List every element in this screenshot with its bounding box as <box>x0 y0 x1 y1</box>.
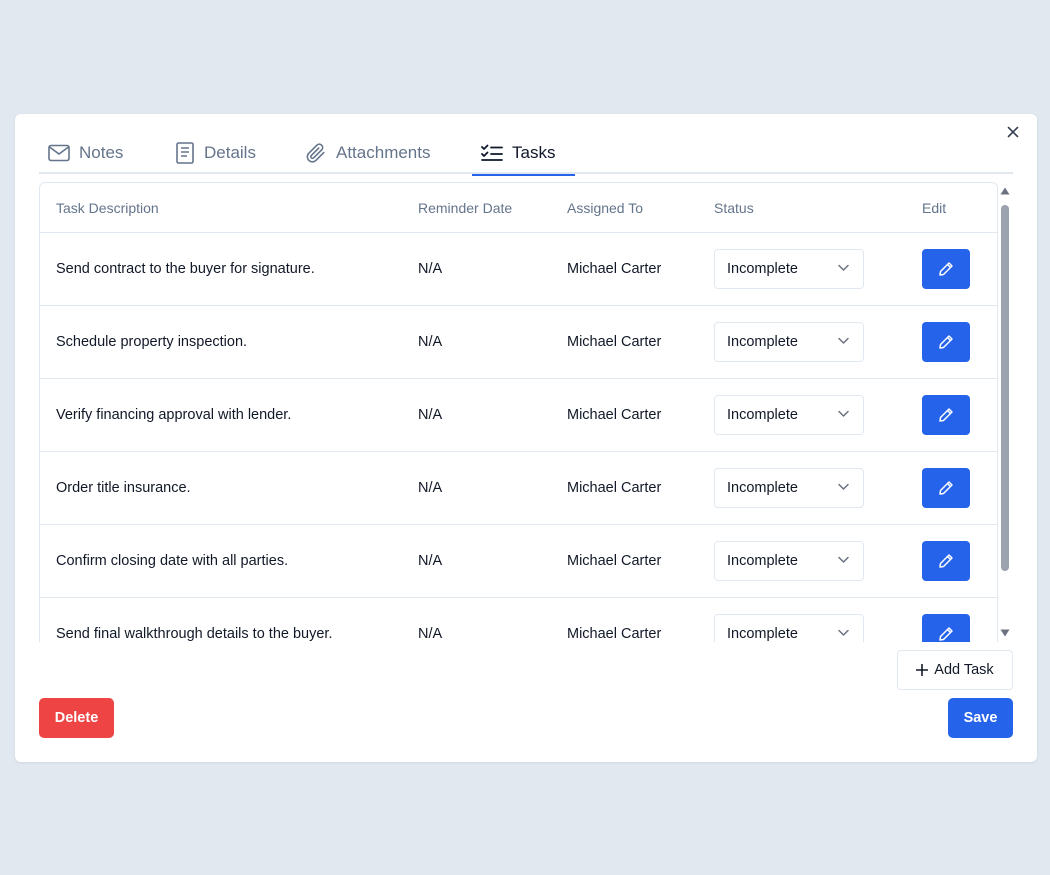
reminder-date: N/A <box>418 480 443 496</box>
table-row: Verify financing approval with lender. N… <box>40 379 997 452</box>
reminder-date: N/A <box>418 334 443 350</box>
tasks-table: Task Description Reminder Date Assigned … <box>39 182 998 642</box>
task-description: Send contract to the buyer for signature… <box>56 261 315 277</box>
header-edit: Edit <box>922 200 947 216</box>
assigned-to: Michael Carter <box>567 334 662 350</box>
pencil-icon <box>939 627 953 641</box>
status-value: Incomplete <box>727 334 798 350</box>
chevron-down-icon <box>838 483 849 491</box>
save-button[interactable]: Save <box>948 698 1013 738</box>
tab-tasks[interactable]: Tasks <box>471 132 577 176</box>
add-task-label: Add Task <box>934 662 994 678</box>
chevron-down-icon <box>838 629 849 637</box>
status-select[interactable]: Incomplete <box>714 541 864 581</box>
header-status: Status <box>714 200 754 216</box>
tab-details[interactable]: Details <box>175 132 256 174</box>
scrollbar-thumb[interactable] <box>1001 205 1009 571</box>
edit-button[interactable] <box>922 614 970 642</box>
paperclip-icon <box>305 142 327 164</box>
pencil-icon <box>939 335 953 349</box>
status-select[interactable]: Incomplete <box>714 249 864 289</box>
assigned-to: Michael Carter <box>567 261 662 277</box>
task-description: Send final walkthrough details to the bu… <box>56 626 333 642</box>
pencil-icon <box>939 408 953 422</box>
status-value: Incomplete <box>727 480 798 496</box>
edit-button[interactable] <box>922 468 970 508</box>
table-row: Confirm closing date with all parties. N… <box>40 525 997 598</box>
status-value: Incomplete <box>727 407 798 423</box>
assigned-to: Michael Carter <box>567 480 662 496</box>
status-select[interactable]: Incomplete <box>714 468 864 508</box>
pencil-icon <box>939 481 953 495</box>
chevron-down-icon <box>838 556 849 564</box>
task-description: Schedule property inspection. <box>56 334 248 350</box>
edit-button[interactable] <box>922 395 970 435</box>
chevron-down-icon <box>838 264 849 272</box>
chevron-down-icon <box>838 337 849 345</box>
document-icon <box>175 142 195 164</box>
status-value: Incomplete <box>727 553 798 569</box>
table-scrollbar[interactable] <box>998 186 1012 638</box>
add-task-button[interactable]: Add Task <box>897 650 1013 690</box>
chevron-down-icon <box>838 410 849 418</box>
tab-notes[interactable]: Notes <box>48 132 123 174</box>
header-reminder-date: Reminder Date <box>418 200 513 216</box>
status-select[interactable]: Incomplete <box>714 614 864 642</box>
tab-label: Tasks <box>512 143 556 162</box>
status-value: Incomplete <box>727 626 798 642</box>
table-header: Task Description Reminder Date Assigned … <box>40 183 997 233</box>
status-value: Incomplete <box>727 261 798 277</box>
assigned-to: Michael Carter <box>567 407 662 423</box>
checklist-icon <box>481 144 503 162</box>
table-row: Order title insurance. N/A Michael Carte… <box>40 452 997 525</box>
pencil-icon <box>939 262 953 276</box>
assigned-to: Michael Carter <box>567 626 662 642</box>
header-assigned-to: Assigned To <box>567 200 644 216</box>
reminder-date: N/A <box>418 261 443 277</box>
table-row: Send final walkthrough details to the bu… <box>40 598 997 642</box>
assigned-to: Michael Carter <box>567 553 662 569</box>
tab-bar: Notes Details Attachments Tasks <box>39 132 1013 176</box>
tab-label: Attachments <box>336 143 431 162</box>
header-task-description: Task Description <box>56 200 159 216</box>
plus-icon <box>916 664 929 676</box>
task-description: Verify financing approval with lender. <box>56 407 292 423</box>
task-modal: Notes Details Attachments Tasks Task Des… <box>15 114 1037 762</box>
scroll-up-arrow[interactable] <box>1000 186 1010 196</box>
pencil-icon <box>939 554 953 568</box>
task-description: Order title insurance. <box>56 480 191 496</box>
edit-button[interactable] <box>922 541 970 581</box>
table-row: Send contract to the buyer for signature… <box>40 233 997 306</box>
delete-button[interactable]: Delete <box>39 698 114 738</box>
envelope-icon <box>48 144 70 162</box>
reminder-date: N/A <box>418 407 443 423</box>
scroll-down-arrow[interactable] <box>1000 628 1010 638</box>
status-select[interactable]: Incomplete <box>714 395 864 435</box>
reminder-date: N/A <box>418 626 443 642</box>
edit-button[interactable] <box>922 322 970 362</box>
table-row: Schedule property inspection. N/A Michae… <box>40 306 997 379</box>
reminder-date: N/A <box>418 553 443 569</box>
tab-attachments[interactable]: Attachments <box>305 132 431 174</box>
status-select[interactable]: Incomplete <box>714 322 864 362</box>
edit-button[interactable] <box>922 249 970 289</box>
tab-label: Details <box>204 143 256 162</box>
tab-label: Notes <box>79 143 124 162</box>
triangle-down-icon <box>1000 629 1010 637</box>
triangle-up-icon <box>1000 187 1010 195</box>
task-description: Confirm closing date with all parties. <box>56 553 289 569</box>
